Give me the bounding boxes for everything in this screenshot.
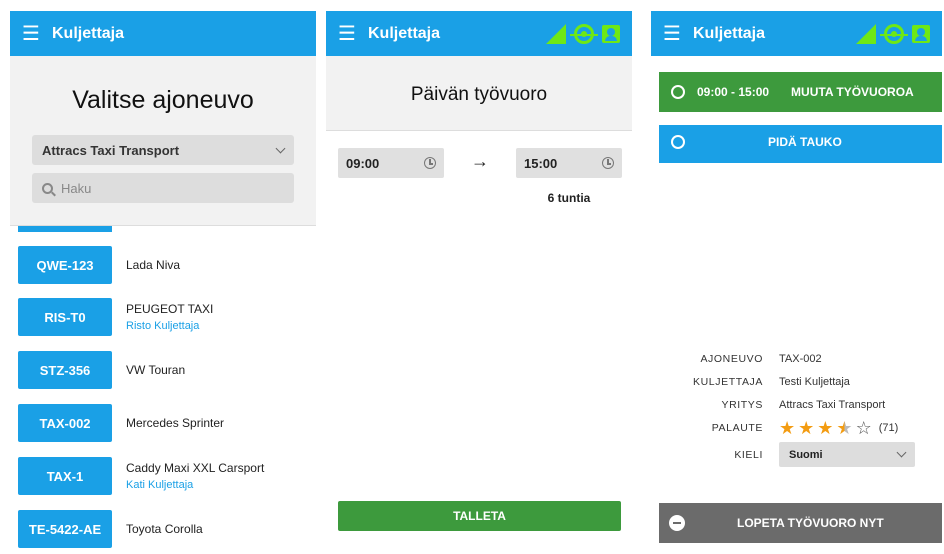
vehicle-select-header: Valitse ajoneuvo Attracs Taxi Transport … — [10, 56, 316, 226]
vehicle-button[interactable]: TE-5422-AE — [18, 510, 112, 548]
shift-duration: 6 tuntia — [547, 191, 591, 205]
vehicle-select-screen: ☰ Kuljettaja Valitse ajoneuvo Attracs Ta… — [10, 11, 316, 554]
chevron-down-icon — [275, 143, 286, 153]
end-time-field[interactable]: 15:00 — [516, 148, 622, 178]
vehicle-driver: Kati Kuljettaja — [126, 479, 194, 491]
app-bar: ☰ Kuljettaja — [651, 11, 942, 56]
clock-icon — [424, 157, 436, 169]
star-icon: ★ — [817, 417, 834, 438]
start-time-value: 09:00 — [346, 155, 380, 171]
clock-icon — [602, 157, 614, 169]
gps-icon — [880, 23, 908, 44]
app-title: Kuljettaja — [52, 24, 125, 42]
language-label: KIELI — [734, 448, 763, 461]
vehicle-label: AJONEUVO — [700, 352, 763, 365]
app-bar: ☰ Kuljettaja — [10, 11, 316, 56]
start-time-field[interactable]: 09:00 — [338, 148, 444, 178]
vehicle-button[interactable]: TAX-002 — [18, 404, 112, 442]
menu-icon[interactable]: ☰ — [22, 24, 48, 44]
save-button[interactable]: TALLETA — [338, 501, 621, 531]
list-item: TE-5422-AE Toyota Corolla — [18, 510, 203, 548]
company-value: Attracs Taxi Transport — [779, 398, 886, 411]
driver-value: Testi Kuljettaja — [779, 375, 850, 388]
language-value: Suomi — [789, 448, 823, 461]
shift-header: Päivän työvuoro — [326, 56, 632, 131]
break-label: PIDÄ TAUKO — [768, 135, 842, 149]
app-title: Kuljettaja — [368, 24, 441, 42]
star-icon: ★ — [798, 417, 815, 438]
page-title: Valitse ajoneuvo — [72, 86, 254, 114]
driver-label: KULJETTAJA — [693, 375, 763, 388]
list-item: RIS-T0 PEUGEOT TAXI Risto Kuljettaja — [18, 298, 213, 336]
vehicle-driver: Risto Kuljettaja — [126, 320, 200, 332]
search-input[interactable]: Haku — [32, 173, 294, 203]
vehicle-model: PEUGEOT TAXI — [126, 302, 214, 316]
shift-range: 09:00 - 15:00 — [697, 85, 770, 99]
vehicle-button-partial[interactable] — [18, 226, 112, 232]
company-select-value: Attracs Taxi Transport — [42, 142, 180, 158]
vehicle-model: Caddy Maxi XXL Carsport — [126, 461, 265, 475]
company-label: YRITYS — [721, 398, 763, 411]
end-time-value: 15:00 — [524, 155, 558, 171]
driver-info: AJONEUVO TAX-002 KULJETTAJA Testi Kuljet… — [651, 347, 942, 467]
star-half-icon: ★ — [836, 417, 853, 438]
timer-icon — [671, 135, 685, 149]
vehicle-button[interactable]: RIS-T0 — [18, 298, 112, 336]
list-item: STZ-356 VW Touran — [18, 351, 185, 389]
history-icon — [671, 85, 685, 99]
star-icon: ★ — [779, 417, 796, 438]
list-item: QWE-123 Lada Niva — [18, 246, 180, 284]
vehicle-model: Toyota Corolla — [126, 522, 203, 536]
vehicle-model: VW Touran — [126, 363, 186, 377]
page-title: Päivän työvuoro — [410, 84, 548, 105]
vehicle-value: TAX-002 — [779, 352, 822, 365]
app-title: Kuljettaja — [693, 24, 766, 42]
vehicle-button[interactable]: STZ-356 — [18, 351, 112, 389]
rating-stars: ★ ★ ★ ★ ☆ (71) — [779, 419, 898, 437]
feedback-label: PALAUTE — [711, 421, 763, 434]
profile-icon[interactable] — [912, 24, 930, 43]
change-shift-label: MUUTA TYÖVUOROA — [791, 85, 914, 99]
search-icon — [42, 182, 53, 194]
profile-icon[interactable] — [602, 24, 620, 43]
gps-icon — [570, 23, 598, 44]
star-empty-icon: ☆ — [855, 417, 872, 438]
app-bar: ☰ Kuljettaja — [326, 11, 632, 56]
shift-screen: ☰ Kuljettaja Päivän työvuoro 09:00 → 15:… — [326, 11, 632, 554]
list-item: TAX-002 Mercedes Sprinter — [18, 404, 224, 442]
menu-icon[interactable]: ☰ — [338, 24, 364, 44]
minus-circle-icon — [669, 515, 685, 531]
vehicle-button[interactable]: TAX-1 — [18, 457, 112, 495]
break-button[interactable]: PIDÄ TAUKO — [659, 125, 942, 163]
dashboard-screen: ☰ Kuljettaja 09:00 - 15:00 MUUTA TYÖVUOR… — [651, 11, 942, 554]
rating-count: (71) — [878, 421, 899, 434]
end-shift-label: LOPETA TYÖVUORO NYT — [737, 516, 884, 530]
menu-icon[interactable]: ☰ — [663, 24, 689, 44]
change-shift-button[interactable]: 09:00 - 15:00 MUUTA TYÖVUOROA — [659, 72, 942, 112]
vehicle-model: Lada Niva — [126, 258, 181, 272]
end-shift-button[interactable]: LOPETA TYÖVUORO NYT — [659, 503, 942, 543]
signal-icon — [546, 23, 566, 44]
language-select[interactable]: Suomi — [779, 442, 915, 467]
search-placeholder: Haku — [61, 180, 92, 196]
company-select[interactable]: Attracs Taxi Transport — [32, 135, 294, 165]
arrow-right-icon: → — [471, 151, 489, 171]
chevron-down-icon — [896, 447, 907, 458]
signal-icon — [856, 23, 876, 44]
list-item: TAX-1 Caddy Maxi XXL Carsport Kati Kulje… — [18, 457, 264, 495]
vehicle-model: Mercedes Sprinter — [126, 416, 225, 430]
vehicle-button[interactable]: QWE-123 — [18, 246, 112, 284]
